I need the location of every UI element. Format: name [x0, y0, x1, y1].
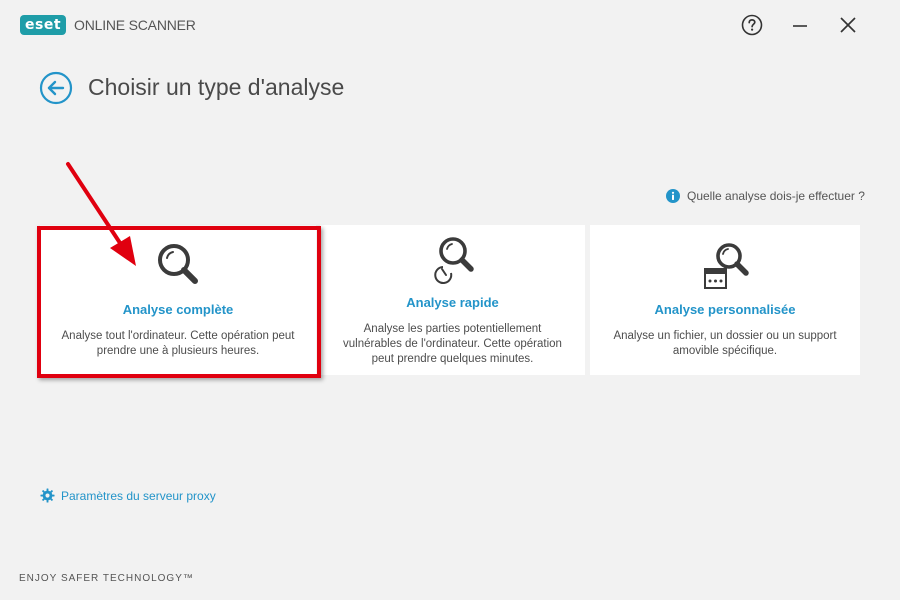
custom-scan-icon	[704, 243, 749, 289]
back-button[interactable]	[39, 71, 73, 105]
footer-tagline: ENJOY SAFER TECHNOLOGY™	[19, 573, 194, 584]
close-icon	[840, 17, 856, 33]
quick-scan-icon	[433, 237, 474, 284]
which-scan-help-label: Quelle analyse dois-je effectuer ?	[687, 189, 865, 203]
close-button[interactable]	[835, 12, 861, 38]
which-scan-help-link[interactable]: Quelle analyse dois-je effectuer ?	[666, 189, 865, 203]
custom-scan-title: Analyse personnalisée	[654, 302, 796, 317]
product-name: ONLINE SCANNER	[74, 17, 196, 33]
help-button[interactable]	[739, 12, 765, 38]
magnifier-icon	[158, 244, 198, 284]
custom-scan-description: Analyse un fichier, un dossier ou un sup…	[613, 330, 837, 357]
full-scan-title: Analyse complète	[122, 302, 234, 317]
gear-icon	[40, 488, 55, 503]
eset-logo: eset ONLINE SCANNER	[20, 15, 196, 35]
page-title: Choisir un type d'analyse	[88, 74, 345, 100]
proxy-settings-link[interactable]: Paramètres du serveur proxy	[40, 488, 216, 503]
minimize-button[interactable]	[787, 12, 813, 38]
proxy-settings-label: Paramètres du serveur proxy	[61, 488, 216, 503]
eset-logo-mark: eset	[20, 15, 67, 35]
info-icon	[666, 189, 680, 203]
full-scan-card[interactable]: Analyse complète Analyse tout l'ordinate…	[40, 225, 316, 375]
full-scan-description: Analyse tout l'ordinateur. Cette opérati…	[61, 330, 295, 357]
custom-scan-card[interactable]: Analyse personnalisée Analyse un fichier…	[590, 225, 860, 375]
help-icon	[741, 14, 763, 36]
quick-scan-card[interactable]: Analyse rapide Analyse les parties poten…	[320, 225, 585, 375]
back-arrow-icon	[39, 71, 73, 105]
quick-scan-title: Analyse rapide	[406, 295, 499, 310]
quick-scan-description: Analyse les parties potentiellement vuln…	[343, 323, 562, 365]
title-bar: eset ONLINE SCANNER	[0, 0, 900, 52]
minimize-icon	[793, 25, 807, 27]
